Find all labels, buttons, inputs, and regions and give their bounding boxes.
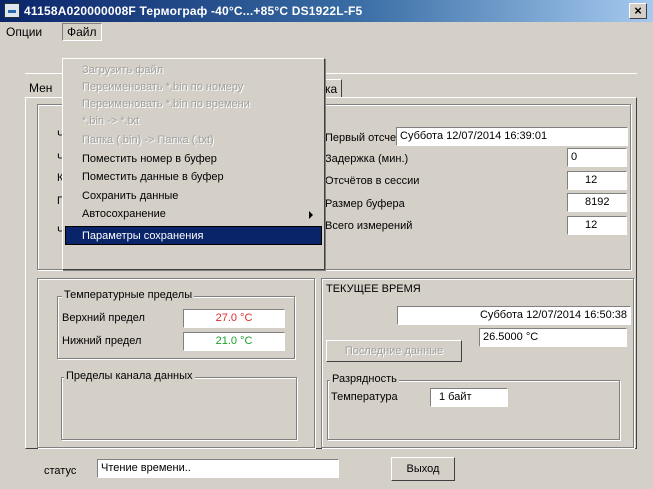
resolution-temp-label: Температура: [331, 391, 398, 403]
readings-label: Отсчётов в сессии: [325, 175, 420, 187]
menu-item-copy-number[interactable]: Поместить номер в буфер: [66, 152, 321, 167]
menu-item-folder-convert[interactable]: Папка (.bin) -> Папка (.txt): [66, 133, 321, 148]
lower-limit-label: Нижний предел: [62, 335, 142, 347]
total-label: Всего измерений: [325, 220, 413, 232]
channel-limits-legend: Пределы канала данных: [64, 370, 195, 382]
menu-item-copy-data[interactable]: Поместить данные в буфер: [66, 170, 321, 185]
temp-limits-legend: Температурные пределы: [62, 289, 195, 301]
title-bar: 41158A020000008F Термограф -40°C...+85°C…: [0, 0, 653, 22]
upper-limit-field[interactable]: 27.0 °C: [183, 309, 285, 328]
buffer-field: 8192: [567, 193, 627, 212]
delay-label: Задержка (мин.): [325, 153, 409, 165]
menu-file[interactable]: Файл: [62, 23, 102, 41]
menu-item-rename-by-time[interactable]: Переименовать *.bin по времени: [66, 97, 321, 112]
menu-item-load-file[interactable]: Загрузить файл: [66, 63, 321, 78]
buffer-label: Размер буфера: [325, 198, 405, 210]
status-field: Чтение времени..: [97, 459, 339, 478]
resolution-legend: Разрядность: [330, 373, 399, 385]
menu-item-save-settings[interactable]: Параметры сохранения: [65, 226, 322, 245]
current-time-heading: ТЕКУЩЕЕ ВРЕМЯ: [326, 283, 421, 295]
lower-limit-field[interactable]: 21.0 °C: [183, 332, 285, 351]
menu-item-save-data[interactable]: Сохранить данные: [66, 189, 321, 204]
current-temperature-field: 26.5000 °C: [479, 328, 627, 347]
upper-limit-label: Верхний предел: [62, 312, 145, 324]
window-title: 41158A020000008F Термограф -40°C...+85°C…: [24, 4, 363, 18]
resolution-temp-field[interactable]: 1 байт: [430, 388, 508, 407]
close-button[interactable]: ×: [629, 3, 647, 19]
menu-item-rename-by-number[interactable]: Переименовать *.bin по номеру: [66, 80, 321, 95]
tab-menu[interactable]: Мен: [25, 79, 52, 97]
readings-field: 12: [567, 171, 627, 190]
exit-button[interactable]: Выход: [391, 457, 455, 481]
menu-item-autosave[interactable]: Автосохранение: [66, 207, 321, 222]
first-reading-label: Первый отсчет: [325, 132, 401, 144]
current-datetime-field: Суббота 12/07/2014 16:50:38: [397, 306, 631, 325]
total-field: 12: [567, 216, 627, 235]
status-label: статус: [44, 465, 77, 477]
file-menu-dropdown: Загрузить файл Переименовать *.bin по но…: [62, 58, 325, 270]
delay-field[interactable]: 0: [567, 148, 627, 167]
submenu-arrow-icon: [309, 211, 313, 219]
app-icon: [4, 3, 20, 18]
menu-options[interactable]: Опции: [2, 24, 46, 40]
channel-limits-groupbox: [61, 377, 297, 440]
menu-item-bin-to-txt[interactable]: *.bin -> *.txt: [66, 114, 321, 129]
menu-item-autosave-label: Автосохранение: [82, 208, 166, 220]
last-data-button[interactable]: Последние данные: [326, 340, 462, 362]
first-reading-field: Суббота 12/07/2014 16:39:01: [396, 127, 628, 146]
